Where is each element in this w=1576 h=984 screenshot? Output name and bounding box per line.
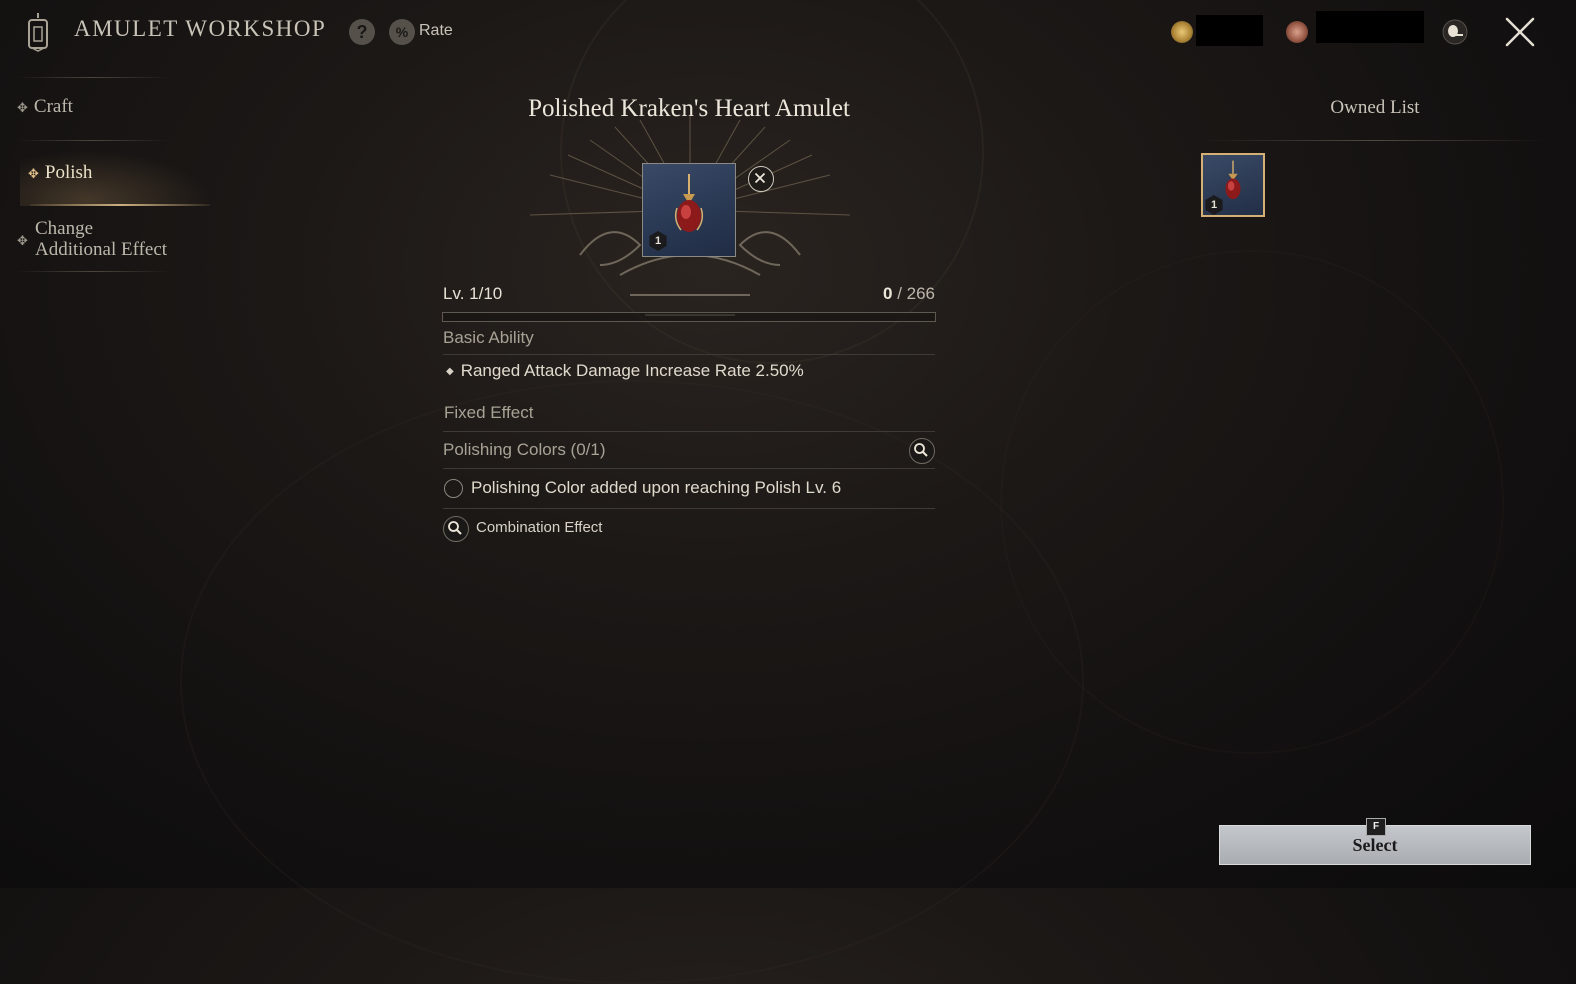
sidebar-item-label: Polish bbox=[44, 162, 93, 183]
gold-coin-icon bbox=[1171, 21, 1193, 43]
sidebar-divider bbox=[16, 77, 170, 78]
bronze-coin-icon bbox=[1286, 21, 1308, 43]
currency-gold-value bbox=[1196, 15, 1263, 46]
close-icon[interactable] bbox=[1502, 14, 1538, 50]
fixed-effect-heading: Fixed Effect bbox=[444, 403, 534, 422]
remove-item-button[interactable] bbox=[748, 166, 774, 192]
polish-xp-counter: 0 / 266 bbox=[835, 284, 935, 304]
select-button-label[interactable]: Select bbox=[1219, 835, 1531, 856]
app-title: AMULET WORKSHOP bbox=[74, 16, 327, 41]
close-icon bbox=[754, 172, 765, 183]
help-button[interactable]: ? bbox=[349, 19, 375, 45]
basic-ability-effect: ◆ Ranged Attack Damage Increase Rate 2.50… bbox=[446, 361, 804, 381]
sidebar-item-label-line1: Change bbox=[35, 218, 94, 239]
owned-list-title: Owned List bbox=[1330, 97, 1420, 118]
xp-max: / 266 bbox=[897, 284, 935, 303]
sidebar-item-label-line2: Additional Effect bbox=[35, 239, 168, 260]
combination-effect-link[interactable]: Combination Effect bbox=[476, 519, 602, 536]
sidebar-divider bbox=[16, 271, 170, 272]
section-divider bbox=[443, 354, 935, 355]
magnifier-icon bbox=[913, 442, 928, 457]
diamond-icon: ✥ bbox=[28, 166, 39, 181]
percent-icon: % bbox=[395, 24, 409, 40]
diamond-icon: ✥ bbox=[17, 100, 28, 115]
sidebar-item-label: Craft bbox=[33, 96, 73, 117]
active-tab-underline bbox=[30, 204, 210, 206]
polishing-colors-heading: Polishing Colors (0/1) bbox=[443, 440, 606, 459]
sidebar-item-craft[interactable]: ✥ Craft bbox=[17, 96, 73, 118]
basic-ability-effect-text: Ranged Attack Damage Increase Rate 2.50% bbox=[460, 361, 804, 380]
diamond-bullet-icon: ◆ bbox=[446, 366, 454, 377]
sidebar-item-polish[interactable]: ✥ Polish bbox=[28, 162, 92, 184]
rate-button[interactable]: % bbox=[389, 19, 415, 45]
owned-list-divider bbox=[1200, 140, 1550, 141]
chat-toggle-icon[interactable] bbox=[1442, 19, 1468, 45]
hotkey-badge: F bbox=[1366, 818, 1386, 836]
background-ring bbox=[1000, 250, 1504, 754]
section-divider bbox=[443, 431, 935, 432]
xp-current: 0 bbox=[882, 284, 893, 303]
empty-color-slot-icon bbox=[444, 479, 463, 498]
combination-effect-search-button[interactable] bbox=[443, 516, 469, 542]
currency-bronze-value bbox=[1316, 11, 1424, 43]
rate-label[interactable]: Rate bbox=[419, 22, 453, 40]
sidebar-item-change-additional-effect[interactable]: ✥ Change Additional Effect bbox=[17, 218, 167, 260]
polish-level: Lv. 1/10 bbox=[443, 284, 503, 303]
magnifier-icon bbox=[447, 520, 462, 535]
amulet-workshop-icon bbox=[28, 13, 48, 52]
polishing-color-note: Polishing Color added upon reaching Poli… bbox=[471, 478, 842, 497]
question-icon: ? bbox=[356, 22, 368, 42]
sidebar-divider bbox=[16, 140, 170, 141]
selected-item-slot[interactable]: 1 bbox=[642, 163, 736, 257]
owned-item-slot[interactable]: 1 bbox=[1201, 153, 1265, 217]
section-divider bbox=[443, 508, 935, 509]
basic-ability-heading: Basic Ability bbox=[443, 328, 534, 347]
section-divider bbox=[443, 468, 935, 469]
polishing-colors-search-button[interactable] bbox=[909, 438, 935, 464]
polish-xp-bar bbox=[442, 312, 936, 322]
diamond-icon: ✥ bbox=[17, 233, 28, 248]
background-ring bbox=[180, 380, 1084, 984]
